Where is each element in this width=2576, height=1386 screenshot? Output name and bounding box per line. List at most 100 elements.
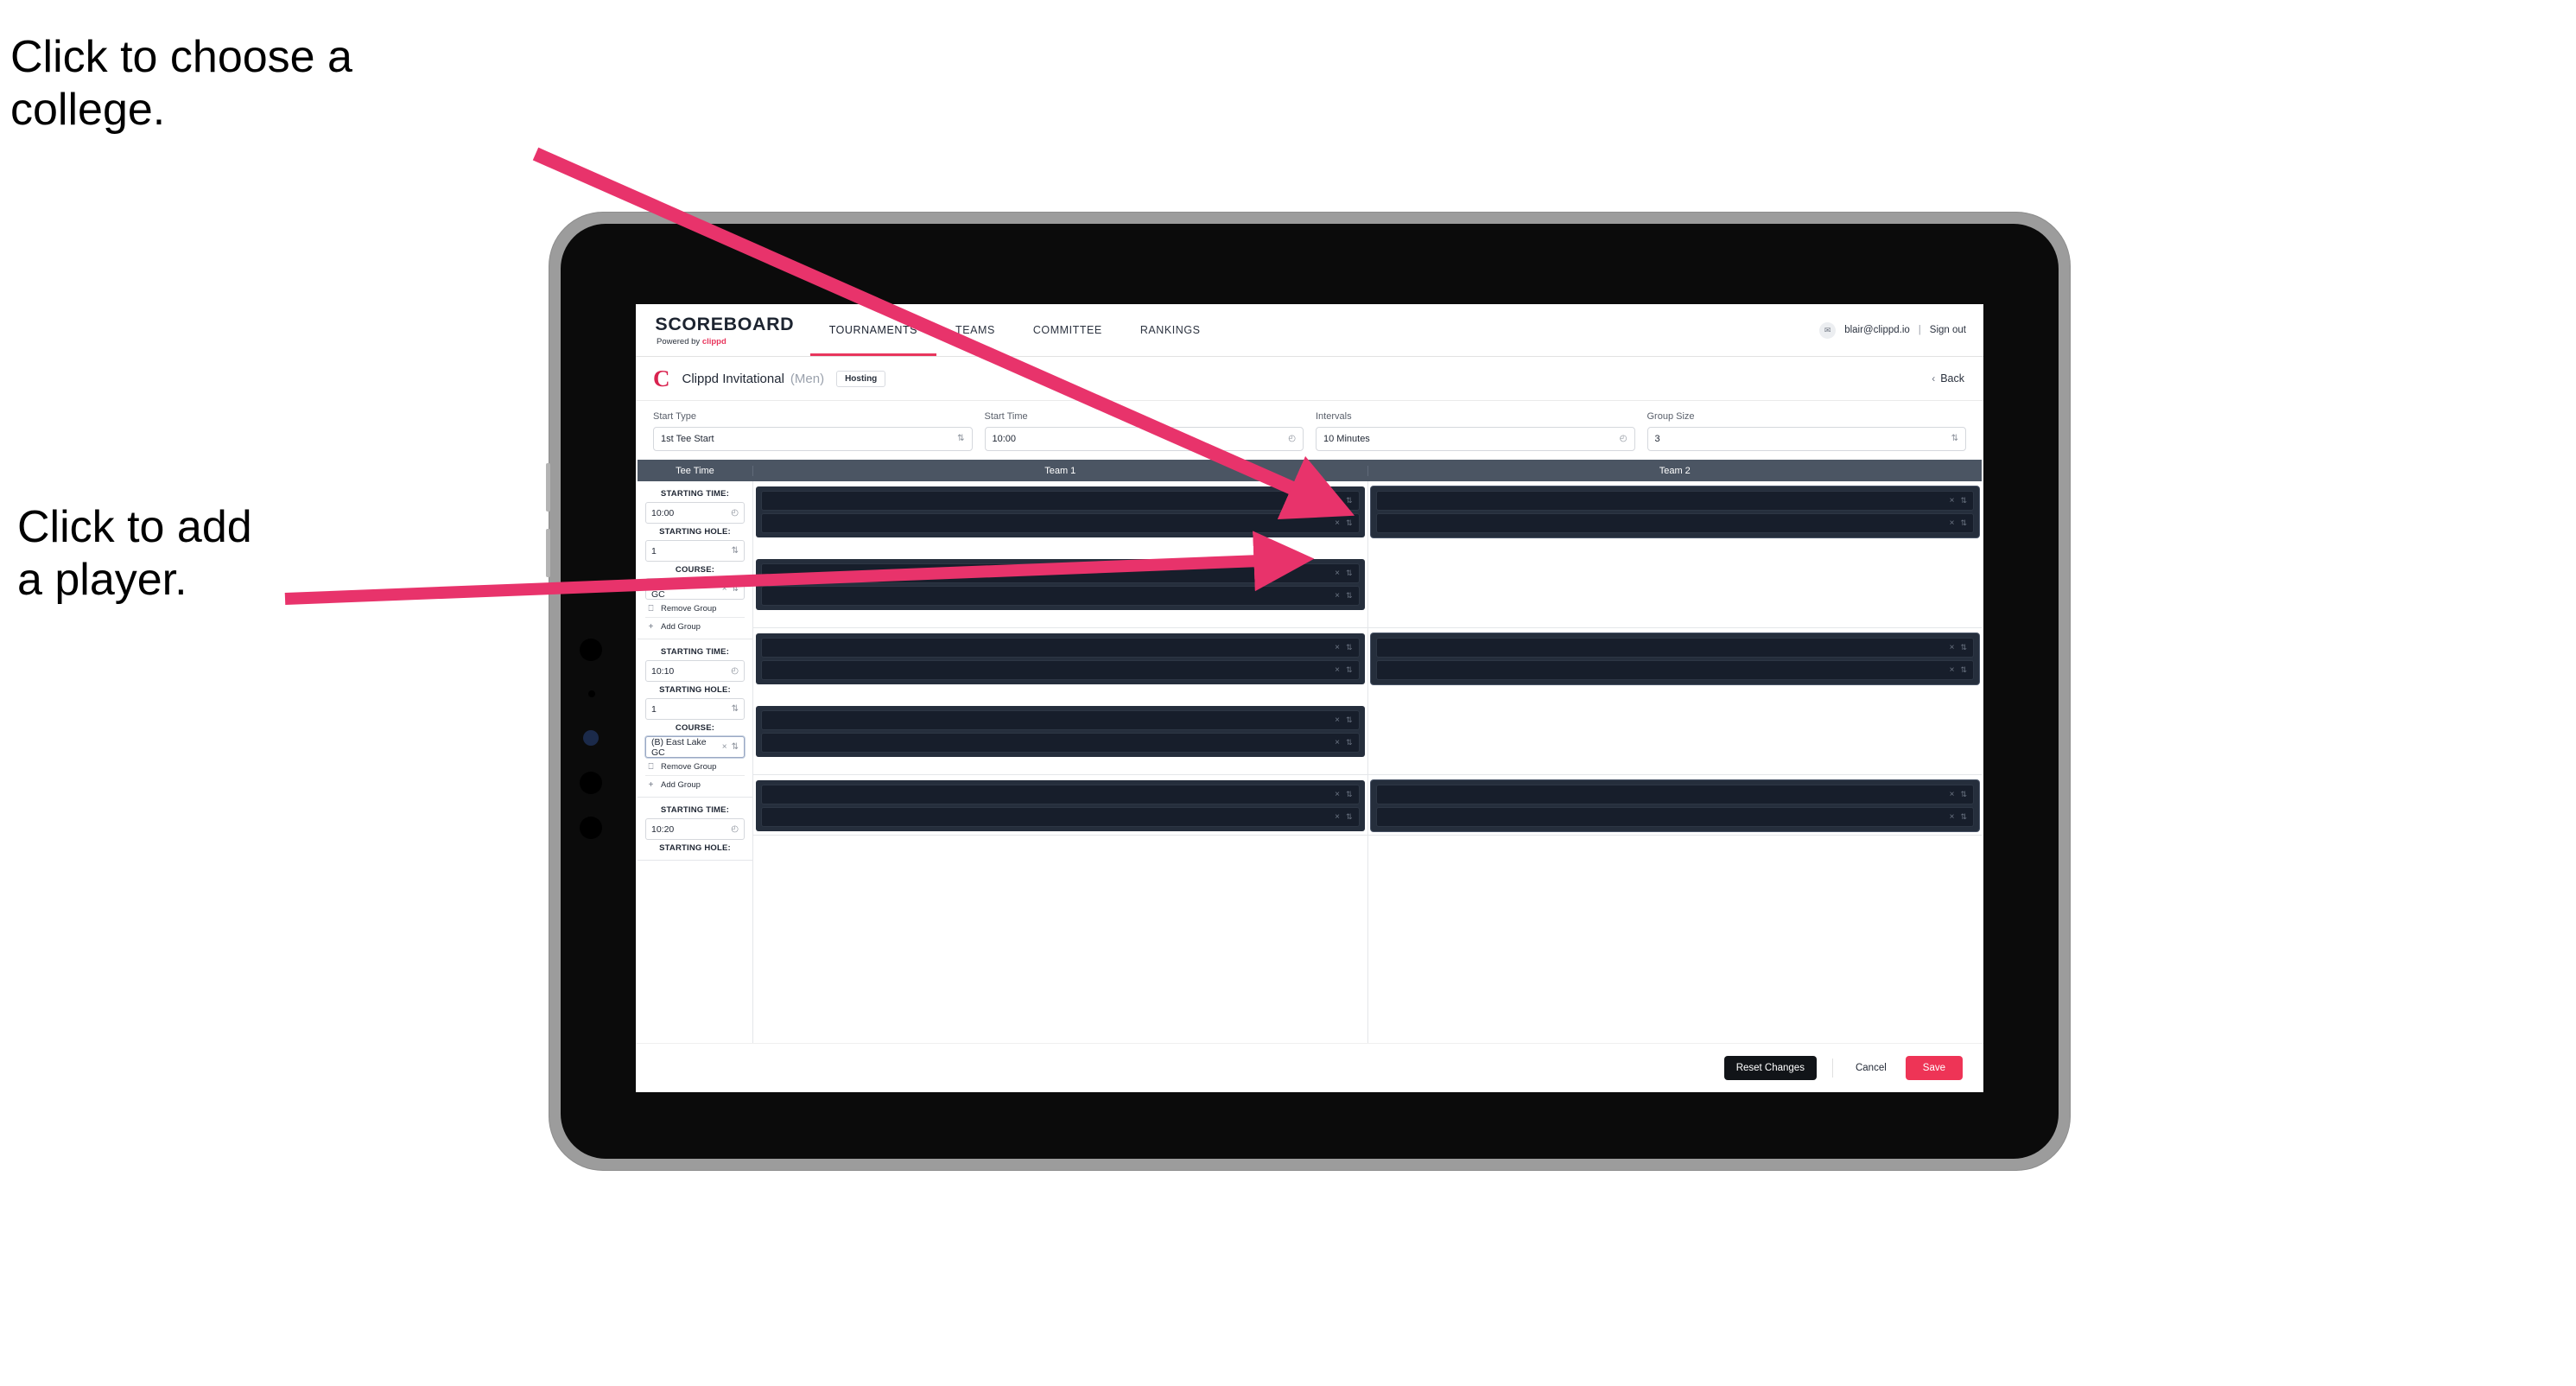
tee-row-team1-cell: × ⇅ × ⇅ × ⇅ × ⇅	[753, 628, 1367, 775]
clear-icon[interactable]: ×	[1950, 812, 1955, 822]
stepper-icon[interactable]: ⇅	[1960, 665, 1967, 675]
add-group-button[interactable]: + Add Group	[645, 618, 745, 635]
stepper-icon[interactable]: ⇅	[1960, 790, 1967, 799]
nav-tab-tournaments[interactable]: TOURNAMENTS	[810, 304, 936, 356]
clear-icon[interactable]: ×	[1335, 518, 1340, 528]
nav-tab-teams[interactable]: TEAMS	[936, 304, 1014, 356]
stepper-icon[interactable]: ⇅	[957, 435, 964, 443]
sign-out-link[interactable]: Sign out	[1930, 325, 1966, 335]
player-select-row[interactable]: × ⇅	[1375, 491, 1974, 511]
clear-icon[interactable]: ×	[1950, 665, 1955, 675]
clear-icon[interactable]: ×	[1335, 591, 1340, 601]
stepper-icon[interactable]: ⇅	[1346, 790, 1353, 799]
footer-divider	[1831, 1059, 1833, 1078]
nav-tab-committee[interactable]: COMMITTEE	[1014, 304, 1121, 356]
player-select-row[interactable]: × ⇅	[761, 513, 1360, 533]
brand-logo[interactable]: SCOREBOARD Powered by clippd	[636, 304, 810, 356]
stepper-icon[interactable]: ⇅	[1346, 665, 1353, 675]
clear-icon[interactable]: ×	[1335, 665, 1340, 675]
player-select-row[interactable]: × ⇅	[761, 660, 1360, 680]
stepper-icon[interactable]: ⇅	[1346, 496, 1353, 505]
stepper-icon[interactable]: ⇅	[1346, 812, 1353, 822]
group-size-stepper[interactable]: 3 ⇅	[1646, 427, 1966, 451]
clock-icon[interactable]: ◴	[731, 666, 739, 676]
clear-icon[interactable]: ×	[1335, 812, 1340, 822]
player-select-row[interactable]: × ⇅	[1375, 513, 1974, 533]
remove-group-button[interactable]: ⎕ Remove Group	[645, 600, 745, 618]
tee-settings-row: Start Type 1st Tee Start ⇅ Start Time 10…	[636, 401, 1983, 460]
stepper-icon[interactable]: ⇅	[1951, 435, 1958, 443]
intervals-label: Intervals	[1316, 411, 1352, 422]
nav-tab-rankings[interactable]: RANKINGS	[1121, 304, 1220, 356]
starting-time-value: 10:00	[651, 507, 675, 518]
starting-time-input[interactable]: 10:20 ◴	[645, 818, 745, 840]
stepper-icon[interactable]: ⇅	[732, 546, 739, 556]
start-time-input[interactable]: 10:00 ◴	[984, 427, 1304, 451]
cancel-button[interactable]: Cancel	[1849, 1056, 1894, 1080]
player-select-row[interactable]: × ⇅	[1375, 785, 1974, 804]
starting-time-input[interactable]: 10:10 ◴	[645, 660, 745, 682]
player-group: × ⇅ × ⇅	[756, 780, 1365, 831]
stepper-icon[interactable]: ⇅	[1346, 738, 1353, 747]
starting-hole-stepper[interactable]: 1 ⇅	[645, 698, 745, 720]
player-select-row[interactable]: × ⇅	[761, 785, 1360, 804]
course-select[interactable]: (A) Peachtree GC × ⇅	[645, 578, 745, 600]
player-select-row[interactable]: × ⇅	[761, 807, 1360, 827]
stepper-icon[interactable]: ⇅	[1960, 643, 1967, 652]
course-select[interactable]: (B) East Lake GC × ⇅	[645, 736, 745, 758]
player-select-row[interactable]: × ⇅	[761, 638, 1360, 658]
clear-icon[interactable]: ×	[1335, 715, 1340, 725]
clear-icon[interactable]: ×	[1950, 518, 1955, 528]
clock-icon[interactable]: ◴	[731, 508, 739, 518]
start-type-select[interactable]: 1st Tee Start ⇅	[653, 427, 973, 451]
stepper-icon[interactable]: ⇅	[1960, 496, 1967, 505]
stepper-icon[interactable]: ⇅	[732, 742, 739, 752]
stepper-icon[interactable]: ⇅	[1346, 518, 1353, 528]
reset-changes-button[interactable]: Reset Changes	[1723, 1056, 1817, 1080]
stepper-icon[interactable]: ⇅	[732, 584, 739, 594]
course-label: COURSE:	[675, 565, 715, 575]
player-select-row[interactable]: × ⇅	[1375, 807, 1974, 827]
clear-icon[interactable]: ×	[1335, 496, 1340, 505]
player-select-row[interactable]: × ⇅	[761, 733, 1360, 753]
tee-time-block: STARTING TIME: 10:20 ◴ STARTING HOLE:	[638, 798, 752, 861]
intervals-input[interactable]: 10 Minutes ◴	[1316, 427, 1635, 451]
clear-icon[interactable]: ×	[1335, 643, 1340, 652]
stepper-icon[interactable]: ⇅	[1960, 518, 1967, 528]
player-select-row[interactable]: × ⇅	[761, 491, 1360, 511]
tee-row-team2-cell: × ⇅ × ⇅	[1367, 628, 1982, 775]
player-select-row[interactable]: × ⇅	[761, 563, 1360, 583]
remove-group-button[interactable]: ⎕ Remove Group	[645, 758, 745, 776]
save-button[interactable]: Save	[1905, 1056, 1963, 1080]
stepper-icon[interactable]: ⇅	[1960, 812, 1967, 822]
back-button[interactable]: ‹ Back	[1932, 372, 1964, 385]
player-select-row[interactable]: × ⇅	[1375, 660, 1974, 680]
player-select-row[interactable]: × ⇅	[1375, 638, 1974, 658]
clear-icon[interactable]: ×	[1335, 569, 1340, 578]
stepper-icon[interactable]: ⇅	[1346, 569, 1353, 578]
clear-icon[interactable]: ×	[1335, 790, 1340, 799]
trash-icon: ⎕	[648, 762, 654, 772]
clear-icon[interactable]: ×	[1950, 496, 1955, 505]
stepper-icon[interactable]: ⇅	[1346, 643, 1353, 652]
starting-hole-label: STARTING HOLE:	[659, 527, 731, 537]
stepper-icon[interactable]: ⇅	[1346, 591, 1353, 601]
clock-icon[interactable]: ◴	[1620, 435, 1627, 443]
stepper-icon[interactable]: ⇅	[732, 704, 739, 714]
clear-icon[interactable]: ×	[1950, 790, 1955, 799]
clock-icon[interactable]: ◴	[1288, 435, 1296, 443]
starting-hole-value: 1	[651, 703, 657, 715]
player-select-row[interactable]: × ⇅	[761, 586, 1360, 606]
stepper-icon[interactable]: ⇅	[1346, 715, 1353, 725]
clear-icon[interactable]: ×	[722, 584, 727, 594]
clear-icon[interactable]: ×	[722, 742, 727, 752]
clear-icon[interactable]: ×	[1335, 738, 1340, 747]
clear-icon[interactable]: ×	[1950, 643, 1955, 652]
avatar[interactable]: ✉	[1819, 321, 1837, 339]
add-group-button[interactable]: + Add Group	[645, 776, 745, 793]
starting-hole-stepper[interactable]: 1 ⇅	[645, 540, 745, 562]
player-select-row[interactable]: × ⇅	[761, 710, 1360, 730]
starting-time-input[interactable]: 10:00 ◴	[645, 502, 745, 524]
clock-icon[interactable]: ◴	[731, 824, 739, 834]
